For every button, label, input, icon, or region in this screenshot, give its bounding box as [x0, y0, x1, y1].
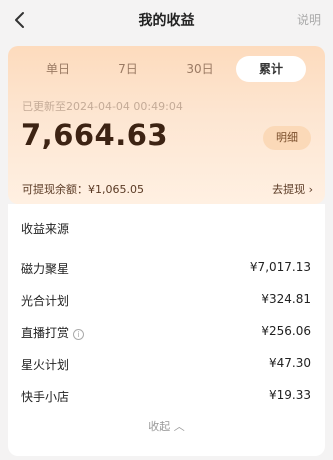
collapse-button[interactable]: 收起 ︿: [8, 418, 325, 434]
page-title: 我的收益: [138, 13, 195, 29]
tab-single-day[interactable]: 单日: [38, 56, 78, 82]
tab-30-days[interactable]: 30日: [180, 56, 220, 82]
source-value: ¥256.06: [261, 324, 311, 338]
source-label: 直播打赏: [21, 326, 70, 340]
updated-timestamp: 已更新至2024-04-04 00:49:04: [22, 100, 183, 113]
source-row[interactable]: 磁力聚星 ¥7,017.13: [8, 260, 325, 280]
info-icon[interactable]: i: [73, 329, 85, 340]
source-row[interactable]: 星火计划 ¥47.30: [8, 356, 325, 376]
withdrawable-balance: 可提现余额：¥1,065.05: [22, 183, 144, 196]
withdraw-link[interactable]: 去提现 ›: [272, 181, 313, 197]
tab-7-days[interactable]: 7日: [108, 56, 148, 82]
source-value: ¥324.81: [261, 292, 311, 306]
source-value: ¥7,017.13: [249, 260, 311, 274]
source-label: 磁力聚星: [21, 262, 70, 276]
source-row[interactable]: 快手小店 ¥19.33: [8, 388, 325, 408]
sources-title: 收益来源: [21, 222, 70, 236]
income-sources: 收益来源 磁力聚星 ¥7,017.13 光合计划 ¥324.81 直播打赏 i ¥…: [8, 204, 325, 456]
source-value: ¥47.30: [269, 356, 311, 370]
total-earnings: 7,664.63: [21, 118, 169, 152]
source-label: 光合计划: [21, 294, 70, 308]
top-bar: 我的收益 说明: [0, 0, 333, 40]
card-footer: 可提现余额：¥1,065.05 去提现 ›: [8, 176, 325, 204]
help-link[interactable]: 说明: [297, 11, 321, 28]
source-row[interactable]: 光合计划 ¥324.81: [8, 292, 325, 312]
source-row[interactable]: 直播打赏 i ¥256.06: [8, 324, 325, 344]
earnings-card: 单日 7日 30日 累计 已更新至2024-04-04 00:49:04 7,6…: [8, 46, 325, 204]
tab-cumulative[interactable]: 累计: [236, 56, 306, 82]
source-label: 星火计划: [21, 358, 70, 372]
source-value: ¥19.33: [269, 388, 311, 402]
source-label-with-info: 直播打赏 i: [21, 324, 85, 341]
source-label: 快手小店: [21, 390, 70, 404]
period-tabs: 单日 7日 30日 累计: [8, 56, 325, 82]
detail-button[interactable]: 明细: [263, 126, 311, 150]
